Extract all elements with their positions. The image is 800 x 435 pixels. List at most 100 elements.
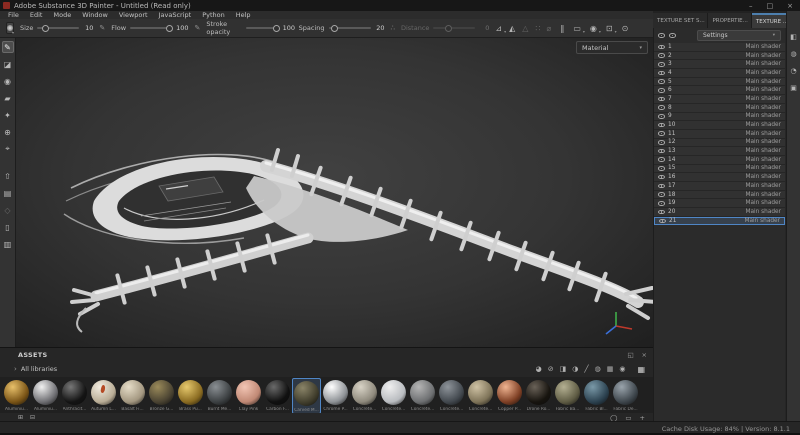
Fabric Ba...[interactable]: Fabric Ba... [553, 378, 582, 412]
Aluminiu...[interactable]: Aluminiu... [31, 378, 60, 412]
shading-mode-dropdown[interactable]: Material ▾ [576, 41, 648, 54]
Copper P...[interactable]: Copper P... [495, 378, 524, 412]
Drone Ro...[interactable]: Drone Ro... [524, 378, 553, 412]
texture-set-row[interactable]: 21 Main shader [654, 217, 785, 226]
Fabric De...[interactable]: Fabric De... [611, 378, 640, 412]
environment-icon[interactable]: ◉ [590, 24, 597, 33]
panel-tab[interactable]: TEXTURE SET S... [653, 13, 708, 28]
visibility-eye-icon[interactable] [658, 88, 665, 93]
clone-tool[interactable]: ⊕ [2, 126, 14, 138]
visibility-eye-icon[interactable] [658, 175, 665, 180]
grid-view-icon[interactable]: ▦ [637, 365, 645, 374]
texture-set-row[interactable]: 5 Main shader [654, 78, 785, 87]
texture-set-row[interactable]: 3 Main shader [654, 60, 785, 69]
visibility-eye-icon[interactable] [658, 140, 665, 145]
Clay Pink[interactable]: Clay Pink [234, 378, 263, 412]
projection-tool[interactable]: ◉ [2, 75, 14, 87]
stroke-opacity-value[interactable]: 100 [283, 24, 293, 32]
visibility-eye-icon[interactable] [658, 157, 665, 162]
visibility-eye-icon[interactable] [658, 105, 665, 110]
solo-column-eye-icon[interactable] [669, 33, 676, 38]
Fabric Bl...[interactable]: Fabric Bl... [582, 378, 611, 412]
visibility-eye-icon[interactable] [658, 53, 665, 58]
texture-set-row[interactable]: 17 Main shader [654, 182, 785, 191]
background-select-icon[interactable]: ▭ [573, 24, 581, 33]
minimize-button[interactable]: – [749, 2, 753, 10]
panel-tab[interactable]: PROPERTIE... [708, 13, 751, 28]
Concrete...[interactable]: Concrete... [408, 378, 437, 412]
size-slider[interactable] [37, 27, 79, 29]
texture-set-row[interactable]: 4 Main shader [654, 69, 785, 78]
menu-item[interactable]: Help [236, 11, 251, 19]
texture-set-row[interactable]: 13 Main shader [654, 147, 785, 156]
maximize-button[interactable]: □ [767, 2, 774, 10]
visibility-eye-icon[interactable] [658, 71, 665, 76]
visibility-eye-icon[interactable] [658, 131, 665, 136]
texture-set-settings-icon[interactable]: ▣ [790, 84, 797, 92]
visibility-eye-icon[interactable] [658, 166, 665, 171]
library-dropdown[interactable]: All libraries [21, 365, 57, 373]
history-icon[interactable]: ◔ [790, 67, 796, 75]
filter-environments-icon[interactable]: ◉ [619, 365, 625, 373]
texture-set-row[interactable]: 10 Main shader [654, 121, 785, 130]
pause-engine-icon[interactable]: ‖ [560, 24, 564, 33]
texture-set-row[interactable]: 8 Main shader [654, 104, 785, 113]
texture-set-row[interactable]: 2 Main shader [654, 52, 785, 61]
visibility-eye-icon[interactable] [658, 45, 665, 50]
symmetry-icon[interactable]: ◭ [509, 24, 515, 33]
Aluminiu...[interactable]: Aluminiu... [2, 378, 31, 412]
polygon-fill-tool[interactable]: ▰ [2, 92, 14, 104]
Concrete...[interactable]: Concrete... [379, 378, 408, 412]
import-resource-icon[interactable]: ⊞ [18, 414, 23, 421]
symmetry-mirror-icon[interactable]: △ [522, 24, 528, 33]
camera-icon[interactable]: ⊙ [622, 24, 629, 33]
Autumn L...[interactable]: Autumn L... [89, 378, 118, 412]
smudge-tool[interactable]: ✦ [2, 109, 14, 121]
visibility-eye-icon[interactable] [658, 184, 665, 189]
settings-dropdown[interactable]: Settings ▾ [697, 30, 781, 41]
texture-set-row[interactable]: 18 Main shader [654, 191, 785, 200]
flow-slider[interactable] [130, 27, 172, 29]
menu-item[interactable]: Viewport [119, 11, 148, 19]
texture-set-row[interactable]: 7 Main shader [654, 95, 785, 104]
menu-item[interactable]: Window [82, 11, 108, 19]
eraser-tool[interactable]: ◪ [2, 58, 14, 70]
visibility-column-eye-icon[interactable] [658, 33, 665, 38]
dock-panel-icon[interactable]: ◱ [627, 351, 633, 359]
menu-item[interactable]: Edit [30, 11, 43, 19]
Chrome P...[interactable]: Chrome P... [321, 378, 350, 412]
visibility-eye-icon[interactable] [658, 149, 665, 154]
images-icon[interactable]: ▤ [2, 187, 14, 199]
Brass Pu...[interactable]: Brass Pu... [176, 378, 205, 412]
menu-item[interactable]: File [8, 11, 19, 19]
material-picker-tool[interactable]: ⌖ [2, 143, 14, 155]
texture-set-row[interactable]: 15 Main shader [654, 165, 785, 174]
texture-set-row[interactable]: 1 Main shader [654, 43, 785, 52]
texture-set-row[interactable]: 14 Main shader [654, 156, 785, 165]
Anthracit...[interactable]: Anthracit... [60, 378, 89, 412]
texture-set-row[interactable]: 16 Main shader [654, 173, 785, 182]
visibility-eye-icon[interactable] [658, 192, 665, 197]
shader-settings-icon[interactable]: ◍ [790, 50, 796, 58]
visibility-eye-icon[interactable] [658, 201, 665, 206]
Carved M...[interactable]: Carved M... [292, 378, 321, 413]
filter-brushes-icon[interactable]: ╱ [584, 365, 588, 373]
visibility-eye-icon[interactable] [659, 219, 666, 224]
display-settings-icon[interactable]: ◧ [790, 33, 797, 41]
paint-tool[interactable]: ✎ [2, 41, 14, 53]
Burnt Me...[interactable]: Burnt Me... [205, 378, 234, 412]
filter-materials-icon[interactable]: ◕ [536, 365, 542, 373]
viewport-3d[interactable]: Material ▾ [16, 38, 653, 347]
filter-smart-masks-icon[interactable]: ◨ [560, 365, 567, 373]
shelf-icon[interactable]: ▥ [2, 238, 14, 250]
Bronze G...[interactable]: Bronze G... [147, 378, 176, 412]
visibility-eye-icon[interactable] [658, 97, 665, 102]
Concrete...[interactable]: Concrete... [437, 378, 466, 412]
render-icon[interactable]: ◇ [2, 204, 14, 216]
flow-value[interactable]: 100 [176, 24, 188, 32]
menu-item[interactable]: Mode [53, 11, 71, 19]
spacing-value[interactable]: 20 [375, 24, 385, 32]
filter-smart-materials-icon[interactable]: ⊘ [548, 365, 554, 373]
menu-item[interactable]: Python [202, 11, 225, 19]
Concrete...[interactable]: Concrete... [466, 378, 495, 412]
